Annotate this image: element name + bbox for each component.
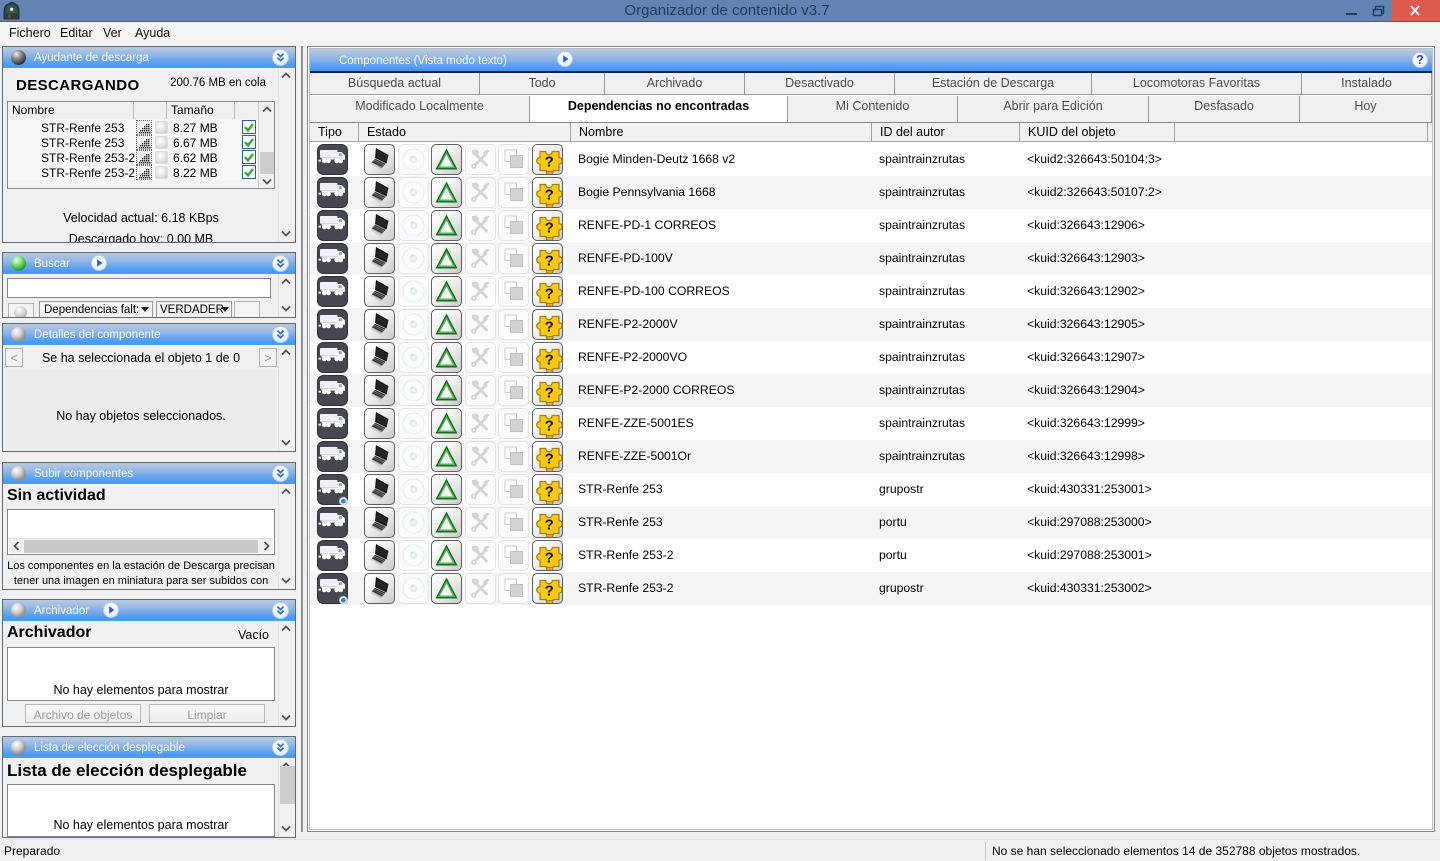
svg-text:?: ? xyxy=(544,517,553,534)
svg-text:?: ? xyxy=(544,352,553,369)
svg-text:?: ? xyxy=(544,220,553,237)
svg-text:?: ? xyxy=(544,385,553,402)
svg-text:?: ? xyxy=(544,418,553,435)
svg-text:?: ? xyxy=(544,187,553,204)
svg-text:?: ? xyxy=(544,154,553,171)
svg-text:?: ? xyxy=(544,583,553,600)
svg-text:?: ? xyxy=(544,451,553,468)
svg-text:?: ? xyxy=(544,484,553,501)
svg-text:?: ? xyxy=(544,550,553,567)
svg-text:?: ? xyxy=(544,286,553,303)
svg-text:?: ? xyxy=(544,253,553,270)
svg-text:?: ? xyxy=(544,319,553,336)
